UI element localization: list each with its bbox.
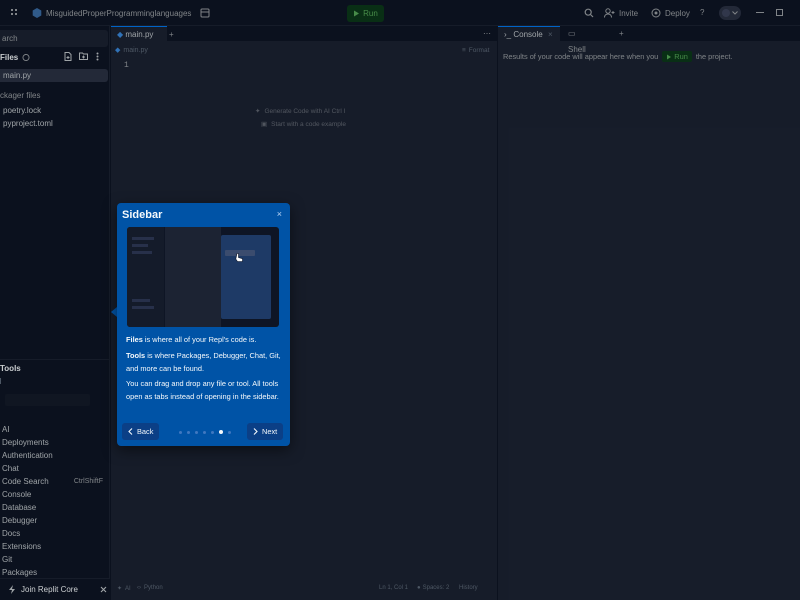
step-indicator bbox=[179, 430, 231, 434]
tools-description: Tools is where Packages, Debugger, Chat,… bbox=[126, 351, 281, 373]
popup-title: Sidebar bbox=[122, 209, 163, 221]
illus-sidebar bbox=[127, 227, 164, 327]
chevron-left-icon bbox=[128, 428, 133, 435]
step-dot[interactable] bbox=[228, 430, 231, 434]
chevron-right-icon bbox=[253, 428, 258, 435]
sidebar-tour-popup: Sidebar × Files is where all of your Rep… bbox=[117, 203, 290, 446]
step-dot-active[interactable] bbox=[219, 430, 223, 434]
step-dot[interactable] bbox=[179, 430, 182, 434]
pointer-cursor-icon bbox=[235, 253, 243, 262]
next-button[interactable]: Next bbox=[247, 423, 284, 440]
step-dot[interactable] bbox=[195, 430, 198, 434]
sidebar-illustration bbox=[127, 227, 279, 327]
back-button[interactable]: Back bbox=[122, 423, 160, 440]
illus-panel bbox=[221, 235, 271, 319]
drag-description: You can drag and drop any file or tool. … bbox=[126, 379, 279, 401]
step-dot[interactable] bbox=[211, 430, 214, 434]
close-icon[interactable]: × bbox=[277, 209, 282, 219]
files-description: Files is where all of your Repl's code i… bbox=[126, 335, 257, 344]
step-dot[interactable] bbox=[203, 430, 206, 434]
step-dot[interactable] bbox=[187, 430, 190, 434]
illus-editor bbox=[165, 227, 221, 327]
